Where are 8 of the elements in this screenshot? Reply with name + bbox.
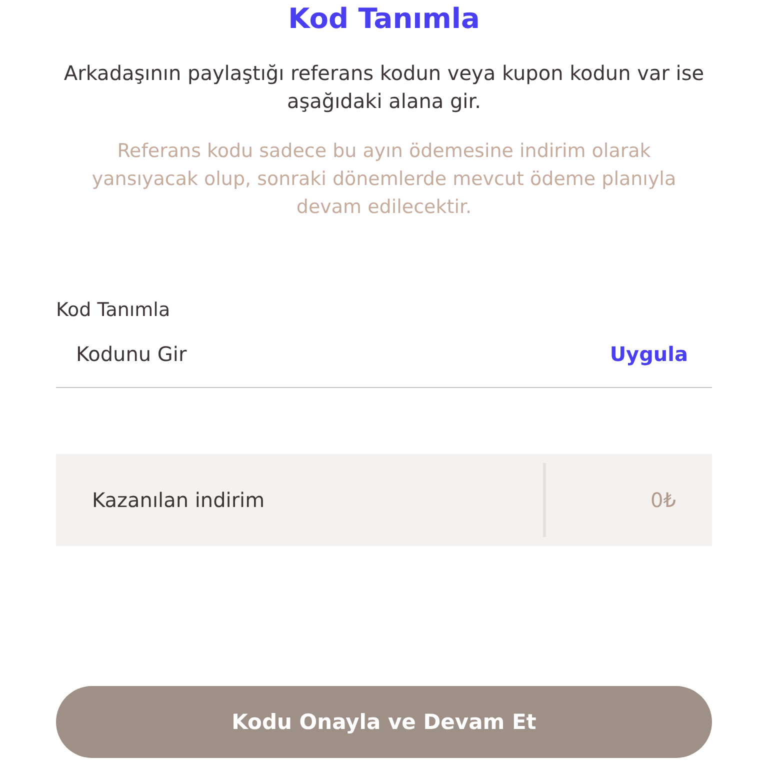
page-title: Kod Tanımla: [288, 1, 480, 35]
field-label: Kod Tanımla: [56, 299, 172, 321]
code-input-field[interactable]: Kodunu Gir Uygula: [56, 321, 712, 388]
apply-button[interactable]: Uygula: [610, 338, 688, 370]
discount-label: Kazanılan indirim: [91, 488, 266, 512]
description-text: Arkadaşının paylaştığı referans kodun veya kupon kodun var ise aşağıdaki alana gir.: [62, 60, 706, 115]
discount-value: 0₺: [650, 488, 677, 512]
note-text: Referans kodu sadece bu ayın ödemesine indirim olarak yansıyacak olup, sonraki dönemlerde mevcut ödeme planıyla devam edilecektir.: [90, 139, 678, 220]
